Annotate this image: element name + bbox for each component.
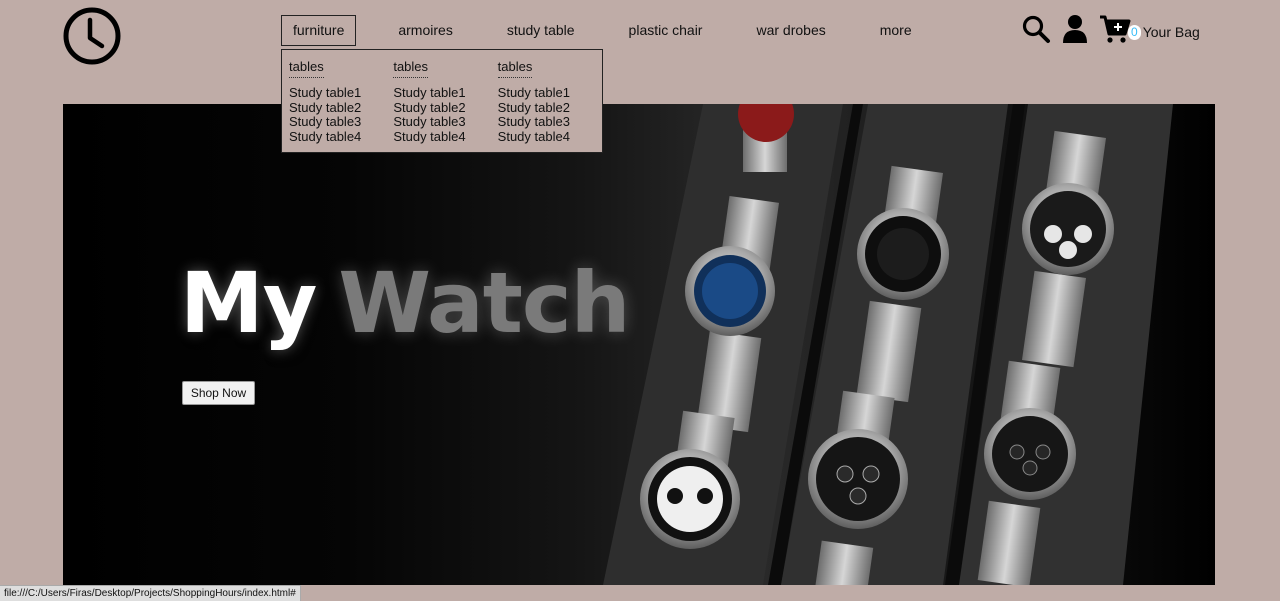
nav-war-drobes[interactable]: war drobes (744, 15, 837, 46)
dropdown-link[interactable]: Study table4 (393, 129, 497, 145)
dropdown-link[interactable]: Study table4 (498, 129, 602, 145)
clock-icon[interactable] (62, 6, 122, 66)
dropdown-link[interactable]: Study table4 (289, 129, 393, 145)
dropdown-link[interactable]: Study table3 (289, 114, 393, 130)
user-icon[interactable] (1061, 14, 1089, 44)
search-icon[interactable] (1021, 14, 1051, 44)
furniture-dropdown: tables Study table1 Study table2 Study t… (281, 49, 603, 153)
header-icons: 0 Your Bag (1021, 12, 1200, 46)
status-bar-url: file:///C:/Users/Firas/Desktop/Projects/… (0, 585, 301, 601)
hero-title: My Watch (180, 254, 630, 352)
dropdown-heading: tables (393, 59, 429, 78)
dropdown-link[interactable]: Study table1 (289, 85, 393, 101)
dropdown-link[interactable]: Study table1 (393, 85, 497, 101)
dropdown-link[interactable]: Study table1 (498, 85, 602, 101)
hero-title-word-1: My (180, 254, 317, 352)
dropdown-column: tables Study table1 Study table2 Study t… (497, 58, 602, 152)
dropdown-column: tables Study table1 Study table2 Study t… (393, 58, 497, 152)
cart-icon[interactable] (1099, 14, 1131, 44)
dropdown-link[interactable]: Study table2 (393, 100, 497, 116)
main-nav: furniture armoires study table plastic c… (281, 15, 924, 46)
bag-count-badge: 0 (1128, 24, 1141, 40)
dropdown-column: tables Study table1 Study table2 Study t… (289, 58, 393, 152)
bag-label[interactable]: Your Bag (1143, 24, 1200, 40)
dropdown-link[interactable]: Study table2 (289, 100, 393, 116)
dropdown-link[interactable]: Study table2 (498, 100, 602, 116)
shop-now-button[interactable]: Shop Now (182, 381, 255, 405)
dropdown-heading: tables (497, 59, 533, 78)
dropdown-heading: tables (289, 59, 324, 78)
nav-more[interactable]: more (868, 15, 924, 46)
hero-title-word-2: Watch (338, 254, 630, 352)
nav-study-table[interactable]: study table (495, 15, 587, 46)
dropdown-link[interactable]: Study table3 (498, 114, 602, 130)
nav-plastic-chair[interactable]: plastic chair (617, 15, 715, 46)
dropdown-link[interactable]: Study table3 (393, 114, 497, 130)
nav-armoires[interactable]: armoires (386, 15, 464, 46)
nav-furniture[interactable]: furniture (281, 15, 357, 46)
hero-banner: My Watch Shop Now (63, 104, 1215, 585)
